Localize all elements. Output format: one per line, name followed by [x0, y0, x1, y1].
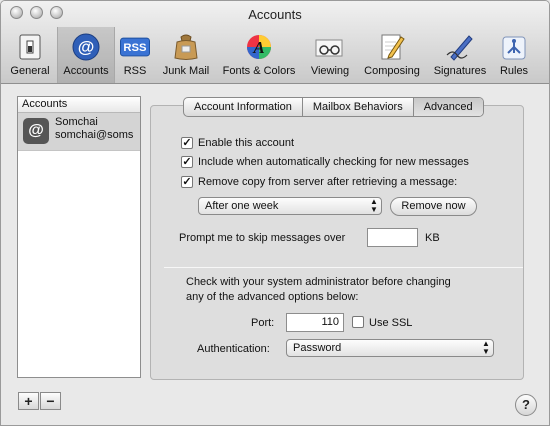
use-ssl-checkbox[interactable]: [352, 316, 364, 328]
add-account-button[interactable]: +: [18, 392, 39, 410]
junk-mail-bag-icon: [171, 32, 201, 62]
section-divider: [164, 267, 523, 268]
account-at-icon: @: [23, 118, 49, 144]
toolbar-composing[interactable]: Composing: [358, 27, 426, 83]
prompt-skip-label: Prompt me to skip messages over: [179, 232, 346, 244]
help-button[interactable]: ?: [515, 394, 537, 416]
toolbar-label: Rules: [499, 65, 529, 77]
include-checking-label: Include when automatically checking for …: [198, 156, 469, 168]
toolbar-signatures[interactable]: Signatures: [428, 27, 492, 83]
signatures-pen-icon: [445, 32, 475, 62]
rss-icon: RSS: [120, 32, 150, 62]
authentication-label: Authentication:: [197, 343, 270, 355]
viewing-glasses-icon: [315, 32, 345, 62]
remove-after-value: After one week: [205, 200, 279, 212]
svg-text:A: A: [252, 38, 264, 57]
account-tabs: Account Information Mailbox Behaviors Ad…: [183, 97, 484, 117]
authentication-popup[interactable]: Password ▲ ▼: [286, 339, 494, 357]
use-ssl-label: Use SSL: [369, 317, 413, 329]
authentication-value: Password: [293, 342, 342, 354]
remove-copy-label: Remove copy from server after retrieving…: [198, 176, 458, 188]
popup-arrows-icon: ▲ ▼: [370, 197, 378, 214]
general-switch-icon: [15, 32, 45, 62]
admin-note-line2: any of the advanced options below:: [186, 291, 359, 303]
accounts-preferences-window: Accounts General @ Accounts RSS RSS Junk…: [0, 0, 550, 426]
remove-copy-checkbox[interactable]: ✓: [181, 176, 193, 188]
toolbar-label: Fonts & Colors: [222, 65, 296, 77]
prompt-skip-size-field[interactable]: [367, 228, 418, 247]
remove-after-popup[interactable]: After one week ▲ ▼: [198, 197, 382, 215]
rules-icon: [499, 32, 529, 62]
toolbar-label: Signatures: [433, 65, 487, 77]
toolbar-junk-mail[interactable]: Junk Mail: [157, 27, 215, 83]
svg-text:@: @: [78, 38, 95, 57]
admin-note-line1: Check with your system administrator bef…: [186, 276, 451, 288]
toolbar-label: General: [10, 65, 50, 77]
toolbar-label: Accounts: [63, 65, 109, 77]
toolbar-label: Viewing: [310, 65, 350, 77]
tab-advanced[interactable]: Advanced: [413, 98, 483, 116]
svg-text:RSS: RSS: [123, 42, 147, 54]
port-field[interactable]: 110: [286, 313, 344, 332]
enable-account-checkbox[interactable]: ✓: [181, 137, 193, 149]
composing-pencil-icon: [377, 32, 407, 62]
fonts-colors-icon: A: [244, 32, 274, 62]
toolbar-viewing[interactable]: Viewing: [303, 27, 357, 83]
toolbar-fonts-colors[interactable]: A Fonts & Colors: [217, 27, 301, 83]
account-row[interactable]: @ Somchai somchai@soms: [18, 113, 140, 151]
accounts-list-header: Accounts: [18, 97, 140, 113]
prompt-skip-unit: KB: [425, 232, 440, 244]
tab-account-information[interactable]: Account Information: [184, 98, 303, 116]
toolbar-label: Composing: [364, 65, 420, 77]
toolbar-rss[interactable]: RSS RSS: [117, 27, 153, 83]
account-email: somchai@soms: [55, 129, 134, 141]
toolbar-rules[interactable]: Rules: [495, 27, 533, 83]
at-sign-icon: @: [71, 32, 101, 62]
accounts-list: Accounts @ Somchai somchai@soms: [17, 96, 141, 378]
include-checking-checkbox[interactable]: ✓: [181, 156, 193, 168]
toolbar-general[interactable]: General: [5, 27, 55, 83]
popup-arrows-icon: ▲ ▼: [482, 339, 490, 356]
toolbar-label: Junk Mail: [162, 65, 210, 77]
title-bar-toolbar: Accounts General @ Accounts RSS RSS Junk…: [1, 1, 549, 84]
enable-account-label: Enable this account: [198, 137, 295, 149]
port-label: Port:: [251, 317, 275, 329]
remove-account-button[interactable]: −: [40, 392, 61, 410]
remove-now-button[interactable]: Remove now: [390, 197, 477, 216]
tab-mailbox-behaviors[interactable]: Mailbox Behaviors: [303, 98, 414, 116]
account-name: Somchai: [55, 116, 98, 128]
toolbar-accounts[interactable]: @ Accounts: [57, 27, 115, 83]
window-title: Accounts: [248, 7, 302, 22]
toolbar-label: RSS: [123, 65, 147, 77]
